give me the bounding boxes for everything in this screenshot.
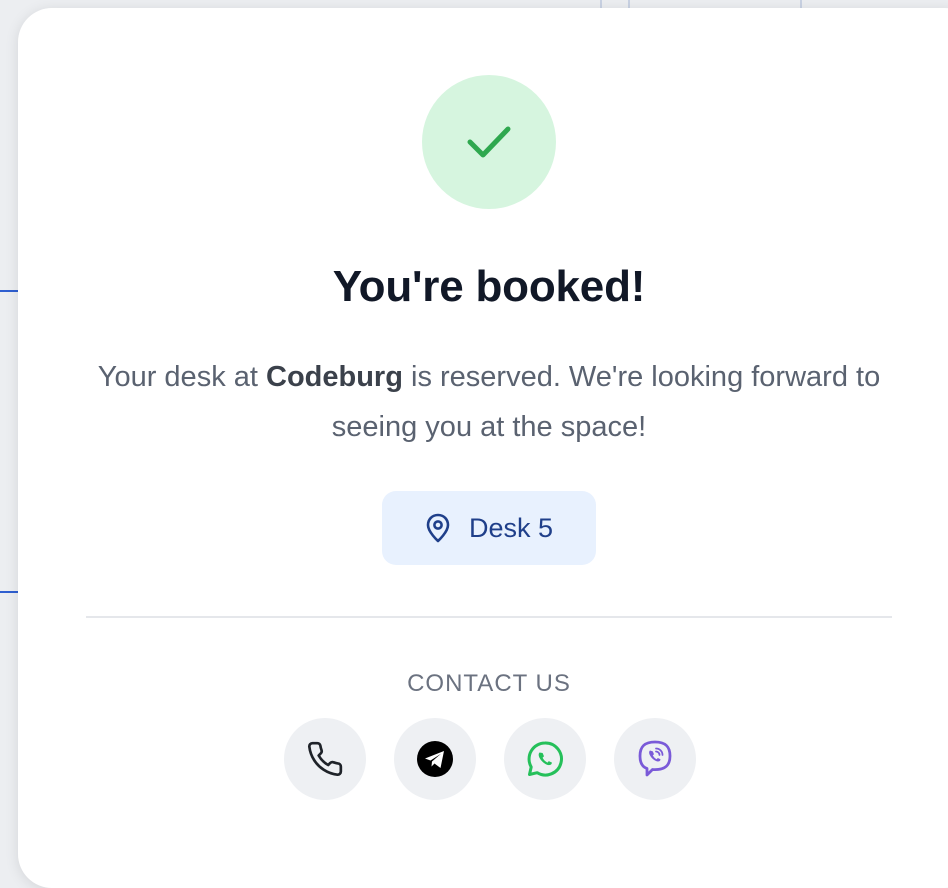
success-badge [422,75,556,209]
divider [86,616,892,618]
contact-buttons [284,718,696,802]
viber-icon [638,740,672,777]
message-text-after: is reserved. We're looking forward to se… [331,361,881,443]
whatsapp-button[interactable] [504,718,586,800]
checkmark-icon [467,126,511,158]
viber-button[interactable] [614,718,696,800]
message-text-before: Your desk at [97,361,266,393]
telegram-icon [417,741,453,777]
confirmation-message: Your desk at Codeburg is reserved. We're… [60,352,918,452]
contact-us-label: CONTACT US [407,670,571,697]
map-pin-icon [426,513,450,543]
desk-badge[interactable]: Desk 5 [382,491,596,565]
telegram-button[interactable] [394,718,476,800]
phone-icon [307,741,343,777]
whatsapp-icon [527,741,563,777]
location-name: Codeburg [266,361,403,393]
dialog-title: You're booked! [332,262,646,311]
desk-label: Desk 5 [468,512,554,543]
phone-button[interactable] [284,718,366,800]
